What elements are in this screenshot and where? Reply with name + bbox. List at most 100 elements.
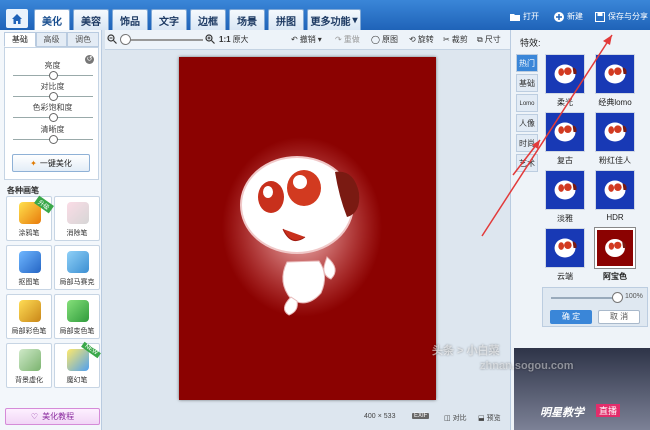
canvas-area: 400 × 533 EXIF ◫ 对比 ⬓ 预览 (102, 50, 510, 430)
size-label: 尺寸 (484, 35, 501, 44)
doodle-brush-button[interactable]: 升级 涂鸦笔 (6, 195, 54, 241)
crop-button[interactable]: ✂ 裁剪 (443, 34, 468, 45)
compare-button[interactable]: ◫ 对比 (444, 413, 467, 423)
cutout-brush-button[interactable]: 抠图笔 (6, 245, 52, 290)
open-label: 打开 (523, 12, 539, 21)
tab-color-grading[interactable]: 调色 (67, 32, 100, 47)
recolor-brush-label: 局部变色笔 (59, 328, 95, 335)
chevron-down-icon: ▾ (317, 35, 322, 44)
category-art[interactable]: 艺术 (516, 154, 538, 172)
one-key-beautify-button[interactable]: ✦ 一键美化 (12, 154, 90, 172)
crop-icon: ✂ (443, 35, 450, 44)
background-blur-label: 背景虚化 (15, 377, 43, 384)
effect-label-classic-lomo: 经典lomo (598, 98, 632, 107)
recolor-brush-button[interactable]: 局部变色笔 (54, 294, 100, 339)
magic-brush-icon (67, 349, 89, 371)
brightness-knob[interactable] (49, 71, 58, 80)
open-button[interactable]: 打开 (510, 11, 539, 22)
tab-more[interactable]: 更多功能 ▾ (307, 9, 361, 30)
local-color-brush-button[interactable]: 局部彩色笔 (6, 294, 52, 339)
effect-thumb-hdr[interactable] (595, 170, 635, 210)
mosaic-icon (67, 251, 89, 273)
tab-scene[interactable]: 场景 (229, 9, 265, 30)
category-portrait[interactable]: 人像 (516, 114, 538, 132)
effect-thumb-elegant[interactable] (545, 170, 585, 210)
exif-badge: EXIF (412, 413, 430, 419)
tutorial-button[interactable]: ♡ 美化教程 (5, 408, 100, 425)
saturation-label: 色彩饱和度 (32, 103, 73, 112)
tab-makeup[interactable]: 美容 (73, 9, 109, 30)
category-popular[interactable]: 热门 (516, 54, 538, 72)
resize-icon: ⧉ (477, 34, 483, 44)
undo-button[interactable]: ↶ 撤销 ▾ (291, 34, 322, 45)
new-button[interactable]: 新建 (554, 11, 583, 22)
tab-basic[interactable]: 基础 (4, 32, 36, 47)
effect-thumb-cloud[interactable] (545, 228, 585, 268)
tab-text[interactable]: 文字 (151, 9, 187, 30)
magic-brush-label: 魔幻笔 (66, 377, 88, 384)
effect-thumb-pink-lady[interactable] (595, 112, 635, 152)
opacity-box: 100% 确 定 取 消 (542, 287, 648, 327)
home-icon (12, 13, 22, 24)
compare-icon: ◫ (444, 415, 451, 422)
exif-button[interactable]: EXIF (412, 413, 430, 419)
tab-advanced[interactable]: 高级 (35, 32, 68, 47)
zoom-ratio[interactable]: 1:1 原大 (219, 34, 249, 45)
tab-accessories[interactable]: 饰品 (112, 9, 148, 30)
contrast-knob[interactable] (49, 92, 58, 101)
image-size-info: 400 × 533 (364, 413, 395, 420)
zoom-out-icon[interactable] (107, 34, 117, 44)
category-basic[interactable]: 基础 (516, 74, 538, 92)
sharpness-knob[interactable] (49, 135, 58, 144)
category-lomo[interactable]: Lomo (516, 94, 538, 112)
effect-label-abao-color: 阿宝色 (603, 272, 627, 281)
local-color-brush-label: 局部彩色笔 (11, 328, 47, 335)
tab-beautify[interactable]: 美化 (34, 9, 70, 30)
opacity-slider[interactable] (551, 297, 617, 299)
blur-icon (19, 349, 41, 371)
cutout-brush-label: 抠图笔 (18, 279, 40, 286)
size-button[interactable]: ⧉ 尺寸 (477, 34, 501, 45)
ad-text: 明星教学 (540, 407, 584, 419)
original-compare-button[interactable]: ◯ 原图 (371, 34, 398, 45)
effect-thumb-classic-lomo[interactable] (595, 54, 635, 94)
save-share-button[interactable]: 保存与分享 (595, 11, 648, 22)
tab-collage[interactable]: 拼图 (268, 9, 304, 30)
circle-icon: ◯ (371, 35, 380, 44)
zoom-in-icon[interactable] (205, 34, 215, 44)
tab-frame[interactable]: 边框 (190, 9, 226, 30)
recolor-icon (67, 300, 89, 322)
opacity-knob[interactable] (612, 292, 623, 303)
cutout-icon (19, 251, 41, 273)
effect-label-pink-lady: 粉红佳人 (599, 156, 631, 165)
photo[interactable] (179, 57, 436, 400)
tab-more-label: 更多功能 (310, 16, 351, 28)
cancel-button[interactable]: 取 消 (598, 310, 640, 324)
eraser-brush-button[interactable]: 消除笔 (54, 196, 100, 241)
ok-button[interactable]: 确 定 (550, 310, 592, 324)
original-compare-label: 原图 (381, 35, 398, 44)
crop-label: 裁剪 (451, 35, 468, 44)
watermark-line1: 头条 > 小白菜 (432, 345, 500, 357)
adjust-tabs: 基础 高级 调色 (4, 32, 100, 47)
effect-thumb-abao-color[interactable] (594, 227, 636, 269)
rotate-button[interactable]: ⟲ 旋转 (409, 34, 434, 45)
background-blur-button[interactable]: 背景虚化 (6, 343, 52, 388)
effect-thumb-retro[interactable] (545, 112, 585, 152)
category-fashion[interactable]: 时尚 (516, 134, 538, 152)
saturation-knob[interactable] (49, 113, 58, 122)
eraser-icon (67, 202, 89, 224)
mosaic-brush-label: 局部马赛克 (59, 279, 95, 286)
mosaic-brush-button[interactable]: 局部马赛克 (54, 245, 100, 290)
save-share-label: 保存与分享 (608, 12, 648, 21)
magic-wand-icon: ✦ (30, 158, 37, 168)
preview-button[interactable]: ⬓ 预览 (478, 413, 501, 423)
eraser-brush-label: 消除笔 (66, 230, 88, 237)
magic-brush-button[interactable]: NEW 魔幻笔 (54, 341, 101, 388)
effect-thumb-soft-light[interactable] (545, 54, 585, 94)
home-button[interactable] (6, 9, 28, 28)
redo-button[interactable]: ↷ 重做 (335, 34, 360, 45)
effects-title: 特效: (520, 38, 541, 48)
zoom-slider-knob[interactable] (120, 34, 131, 45)
zoom-slider[interactable] (123, 39, 203, 41)
